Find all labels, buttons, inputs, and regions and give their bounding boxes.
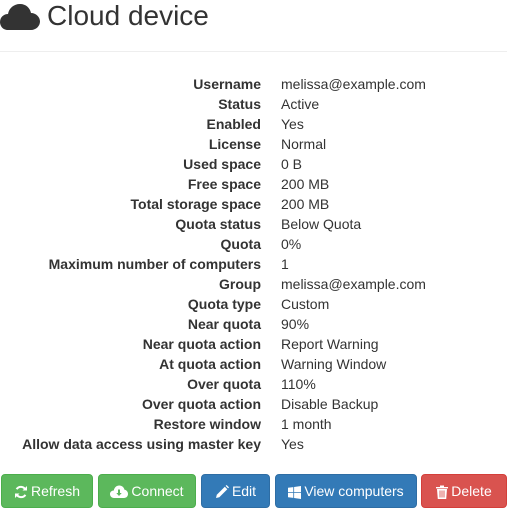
- view-computers-button[interactable]: View computers: [275, 474, 417, 508]
- detail-label: Username: [193, 76, 261, 92]
- detail-label: Near quota: [187, 316, 261, 332]
- detail-label: Free space: [187, 176, 261, 192]
- detail-row-at-quota-action: At quota action Warning Window: [0, 354, 507, 374]
- action-toolbar: Refresh Connect Edit View computers Dele…: [0, 474, 507, 508]
- detail-value: 90%: [281, 316, 310, 332]
- detail-row-group: Group melissa@example.com: [0, 274, 507, 294]
- refresh-button-label: Refresh: [30, 483, 81, 499]
- detail-value: Warning Window: [281, 356, 387, 372]
- detail-value: 0%: [281, 236, 302, 252]
- delete-button-label: Delete: [451, 483, 492, 499]
- detail-row-near-quota-action: Near quota action Report Warning: [0, 334, 507, 354]
- detail-label: Over quota: [187, 376, 261, 392]
- detail-label: Status: [218, 96, 261, 112]
- detail-row-over-quota-action: Over quota action Disable Backup: [0, 394, 507, 414]
- connect-button[interactable]: Connect: [98, 474, 196, 508]
- detail-label: Quota: [220, 236, 261, 252]
- detail-value: Yes: [281, 116, 304, 132]
- detail-row-free-space: Free space 200 MB: [0, 174, 507, 194]
- detail-label: Maximum number of computers: [48, 256, 261, 272]
- detail-row-used-space: Used space 0 B: [0, 154, 507, 174]
- detail-label: Group: [219, 276, 261, 292]
- detail-value: 1 month: [281, 416, 332, 432]
- detail-value: Yes: [281, 436, 304, 452]
- detail-label: Allow data access using master key: [22, 436, 261, 452]
- cloud-icon: [0, 4, 40, 30]
- detail-value: 0 B: [281, 156, 303, 172]
- detail-label: Total storage space: [130, 196, 261, 212]
- detail-label: Enabled: [206, 116, 261, 132]
- detail-row-quota-status: Quota status Below Quota: [0, 214, 507, 234]
- refresh-icon: [14, 485, 27, 499]
- connect-button-label: Connect: [131, 483, 184, 499]
- delete-button[interactable]: Delete: [421, 474, 507, 508]
- detail-row-username: Username melissa@example.com: [0, 74, 507, 94]
- detail-row-near-quota: Near quota 90%: [0, 314, 507, 334]
- refresh-button[interactable]: Refresh: [1, 474, 93, 508]
- detail-row-status: Status Active: [0, 94, 507, 114]
- detail-value: melissa@example.com: [281, 76, 426, 92]
- detail-label: Quota status: [175, 216, 261, 232]
- detail-value: Disable Backup: [281, 396, 379, 412]
- cloud-download-icon: [110, 485, 129, 498]
- detail-label: Over quota action: [141, 396, 261, 412]
- detail-value: Report Warning: [281, 336, 379, 352]
- detail-row-license: License Normal: [0, 134, 507, 154]
- detail-row-master-key-access: Allow data access using master key Yes: [0, 434, 507, 454]
- view-computers-button-label: View computers: [304, 483, 404, 499]
- detail-row-quota-type: Quota type Custom: [0, 294, 507, 314]
- detail-label: License: [208, 136, 261, 152]
- detail-row-over-quota: Over quota 110%: [0, 374, 507, 394]
- edit-button[interactable]: Edit: [201, 474, 270, 508]
- detail-row-total-storage: Total storage space 200 MB: [0, 194, 507, 214]
- detail-label: Near quota action: [142, 336, 261, 352]
- detail-value: melissa@example.com: [281, 276, 426, 292]
- detail-value: Below Quota: [281, 216, 362, 232]
- edit-button-label: Edit: [231, 483, 257, 499]
- detail-value: Custom: [281, 296, 330, 312]
- detail-row-quota: Quota 0%: [0, 234, 507, 254]
- details-list: Username melissa@example.com Status Acti…: [0, 74, 507, 454]
- detail-row-enabled: Enabled Yes: [0, 114, 507, 134]
- page-title: Cloud device: [47, 0, 209, 31]
- page-header: Cloud device: [0, 0, 507, 52]
- detail-label: Quota type: [187, 296, 261, 312]
- detail-row-max-computers: Maximum number of computers 1: [0, 254, 507, 274]
- detail-value: 200 MB: [281, 196, 330, 212]
- windows-icon: [288, 486, 302, 499]
- detail-value: Active: [281, 96, 320, 112]
- detail-value: 1: [281, 256, 289, 272]
- detail-row-restore-window: Restore window 1 month: [0, 414, 507, 434]
- detail-label: Used space: [183, 156, 261, 172]
- detail-value: Normal: [281, 136, 327, 152]
- detail-label: At quota action: [159, 356, 261, 372]
- pencil-icon: [215, 485, 229, 498]
- detail-label: Restore window: [153, 416, 261, 432]
- detail-value: 200 MB: [281, 176, 330, 192]
- trash-icon: [436, 485, 449, 499]
- detail-value: 110%: [281, 376, 316, 392]
